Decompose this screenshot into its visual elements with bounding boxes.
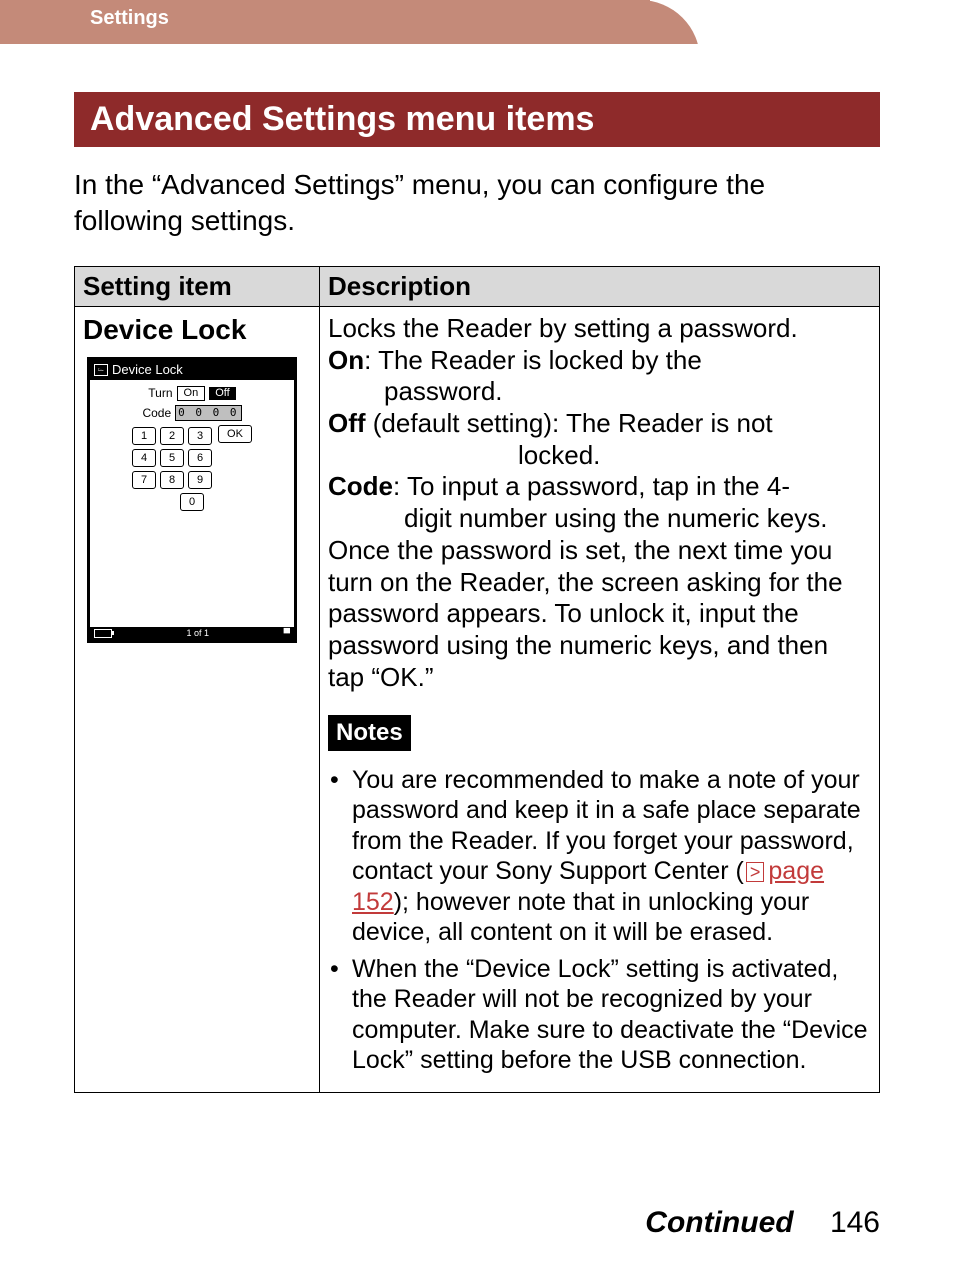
key-0: 0 — [180, 493, 204, 511]
key-4: 4 — [132, 449, 156, 467]
desc-line1: Locks the Reader by setting a password. — [328, 313, 871, 345]
keypad: 1 2 3 4 5 6 7 8 9 — [132, 427, 212, 489]
key-3: 3 — [188, 427, 212, 445]
turn-off-option: Off — [209, 387, 235, 400]
turn-on-option: On — [177, 386, 206, 401]
settings-table: Setting item Description Device Lock ⌳ D… — [74, 266, 880, 1093]
note-1: You are recommended to make a note of yo… — [328, 765, 871, 948]
setting-name: Device Lock — [83, 313, 311, 347]
section-label: Settings — [90, 7, 169, 29]
code-value: 0 0 0 0 — [175, 405, 241, 420]
device-lock-screenshot: ⌳ Device Lock Turn On Off Code 0 0 — [87, 357, 297, 643]
key-9: 9 — [188, 471, 212, 489]
page-indicator: 1 of 1 — [187, 628, 210, 639]
page-number: 146 — [830, 1206, 880, 1239]
key-6: 6 — [188, 449, 212, 467]
key-8: 8 — [160, 471, 184, 489]
turn-label: Turn — [148, 386, 172, 401]
key-5: 5 — [160, 449, 184, 467]
key-2: 2 — [160, 427, 184, 445]
desc-off-2: locked. — [328, 440, 871, 472]
key-1: 1 — [132, 427, 156, 445]
mini-title: Device Lock — [112, 362, 183, 378]
mini-titlebar: ⌳ Device Lock — [90, 360, 294, 380]
page-ref-icon[interactable]: > — [746, 862, 765, 882]
desc-code-2: digit number using the numeric keys. — [328, 503, 871, 535]
note-2: When the “Device Lock” setting is activa… — [328, 954, 871, 1076]
table-row: Device Lock ⌳ Device Lock Turn On Off — [75, 306, 880, 1092]
battery-icon — [94, 629, 112, 638]
tab-curve-decoration — [640, 0, 700, 44]
intro-text: In the “Advanced Settings” menu, you can… — [74, 167, 880, 240]
desc-off: Off (default setting): The Reader is not — [328, 408, 871, 440]
desc-tail: Once the password is set, the next time … — [328, 535, 871, 694]
mini-footer: 1 of 1 ▀ — [90, 627, 294, 640]
desc-on-2: password. — [328, 376, 871, 408]
page-title-banner: Advanced Settings menu items — [74, 92, 880, 147]
desc-code: Code: To input a password, tap in the 4- — [328, 471, 871, 503]
desc-on: On: The Reader is locked by the — [328, 345, 871, 377]
col-header-description: Description — [320, 266, 880, 306]
notes-list: You are recommended to make a note of yo… — [328, 765, 871, 1076]
col-header-setting: Setting item — [75, 266, 320, 306]
signal-icon: ▀ — [284, 628, 290, 639]
section-tab: Settings — [0, 0, 650, 44]
continued-label: Continued — [645, 1206, 793, 1239]
notes-label: Notes — [328, 715, 411, 750]
ok-button: OK — [218, 425, 252, 443]
page-title: Advanced Settings menu items — [90, 100, 594, 138]
code-label: Code — [142, 406, 171, 421]
page-footer: Continued 146 — [645, 1206, 880, 1240]
key-7: 7 — [132, 471, 156, 489]
back-icon: ⌳ — [94, 364, 108, 376]
